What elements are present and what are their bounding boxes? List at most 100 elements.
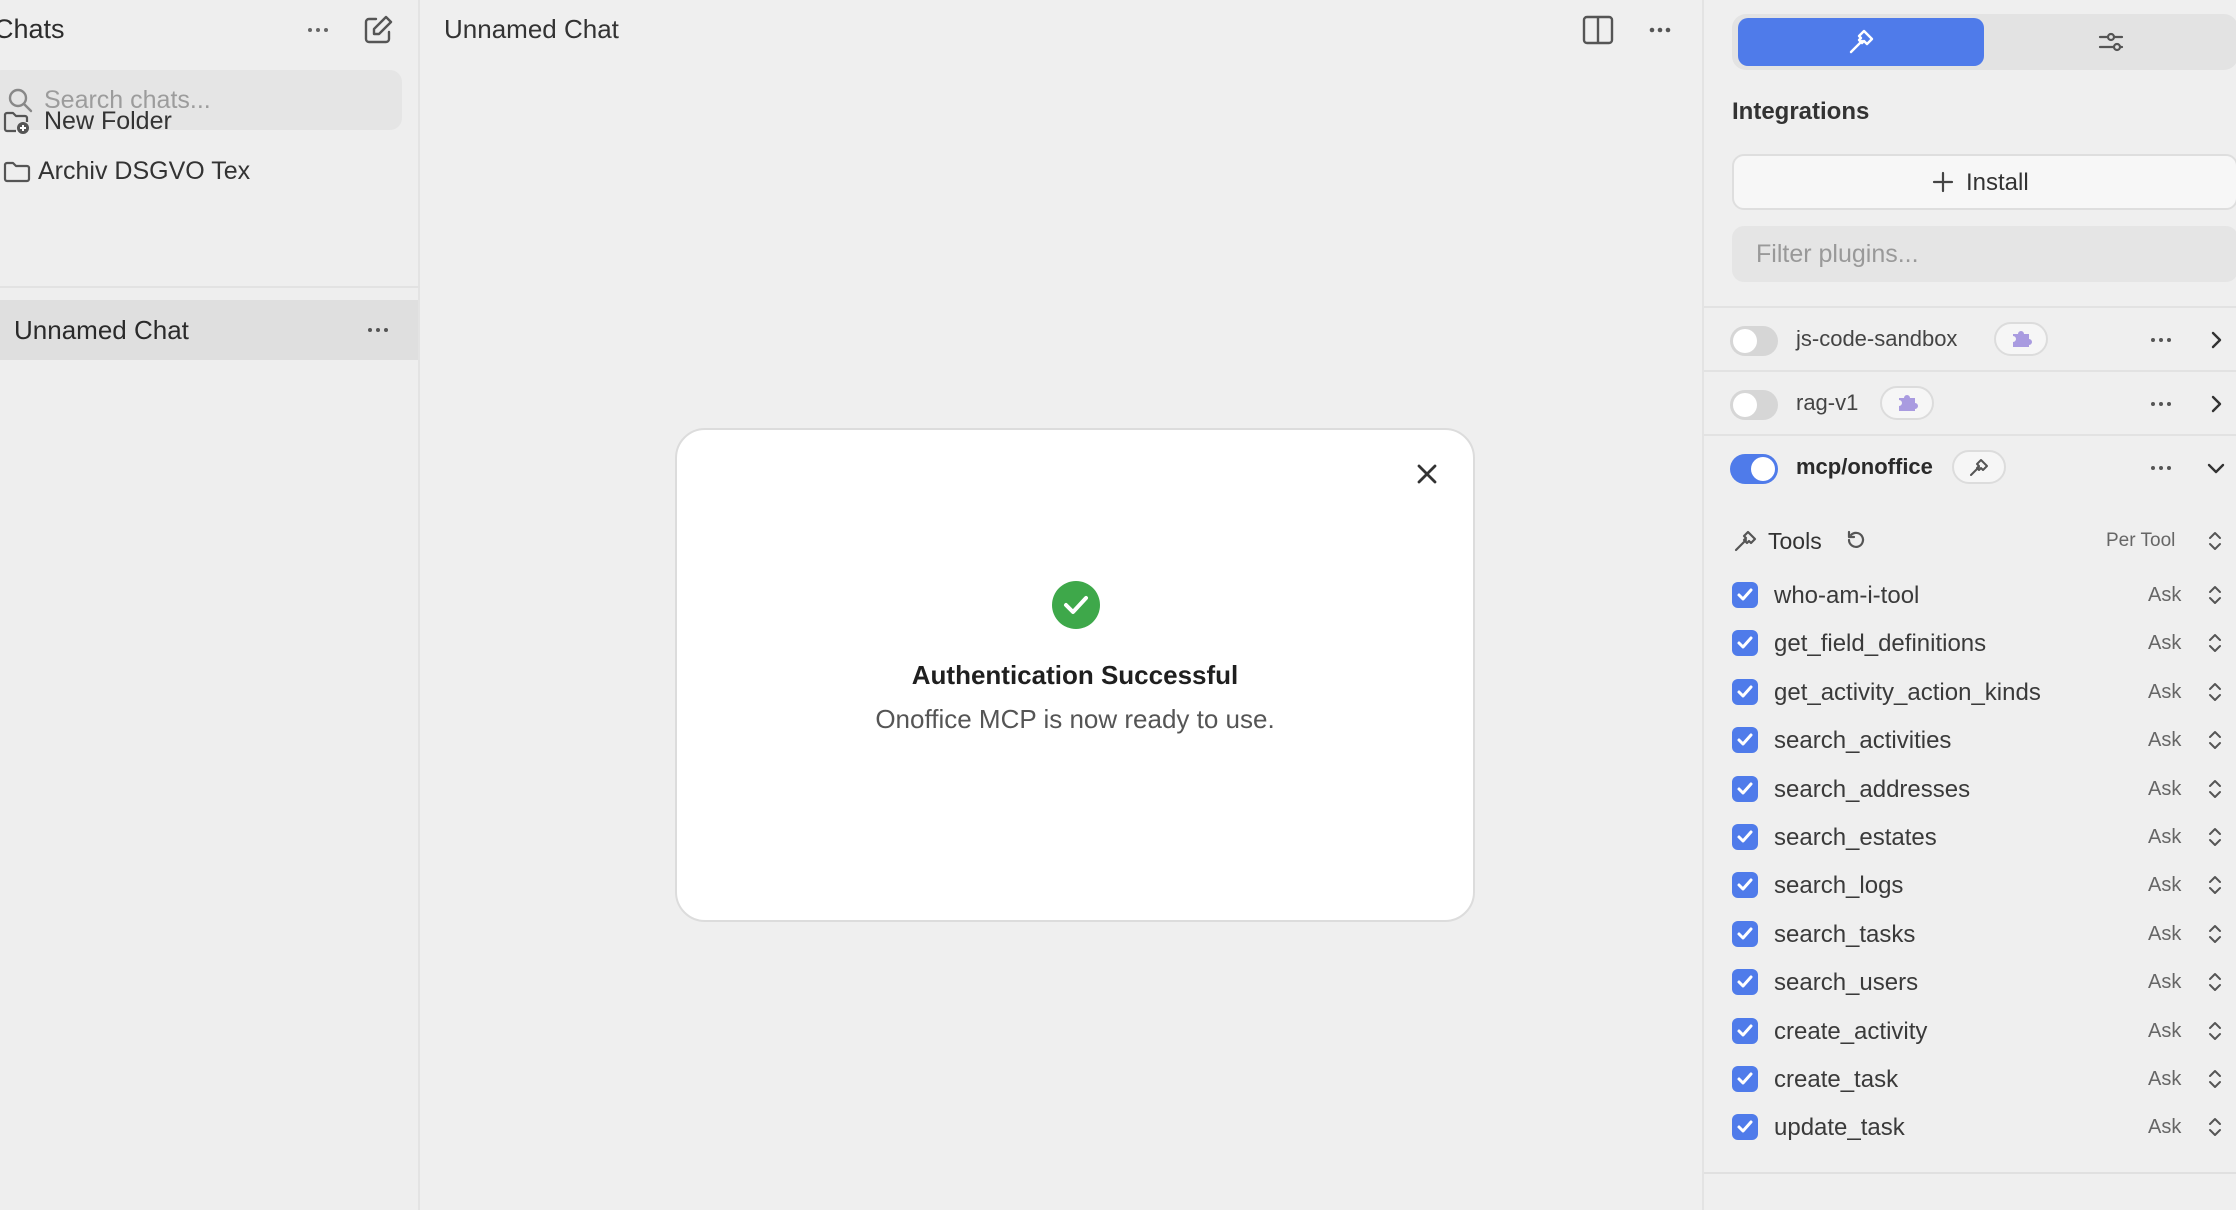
tool-row[interactable]: search_logs Ask	[1704, 860, 2236, 908]
chevron-up-down-icon[interactable]	[2204, 679, 2226, 705]
sidebar-title: Chats	[0, 14, 65, 44]
plugin-more-button[interactable]	[2144, 452, 2178, 484]
tool-permission-select[interactable]: Ask	[2148, 1116, 2181, 1139]
check-icon	[1737, 975, 1753, 988]
integrations-heading: Integrations	[1732, 98, 1870, 125]
chevron-up-down-icon[interactable]	[2204, 727, 2226, 753]
plugin-toggle[interactable]	[1730, 390, 1778, 420]
chat-main: Unnamed Chat Authentication Successful O…	[420, 0, 1702, 1210]
chevron-right-icon[interactable]	[2204, 328, 2228, 352]
chevron-up-down-icon[interactable]	[2204, 1018, 2226, 1044]
folder-item[interactable]: Archiv DSGVO Tex	[0, 142, 420, 202]
tool-checkbox[interactable]	[1732, 824, 1758, 850]
chevron-up-down-icon[interactable]	[2204, 528, 2226, 554]
tool-permission-select[interactable]: Ask	[2148, 584, 2181, 607]
plugin-toggle[interactable]	[1730, 326, 1778, 356]
tool-name: update_task	[1774, 1114, 1905, 1141]
chevron-down-icon[interactable]	[2204, 456, 2228, 480]
tool-row[interactable]: search_estates Ask	[1704, 812, 2236, 860]
tool-permission-select[interactable]: Ask	[2148, 923, 2181, 946]
chevron-up-down-icon[interactable]	[2204, 969, 2226, 995]
plugin-more-button[interactable]	[2144, 324, 2178, 356]
tool-permission-select[interactable]: Ask	[2148, 971, 2181, 994]
tool-name: search_estates	[1774, 824, 1937, 851]
tool-row[interactable]: search_tasks Ask	[1704, 909, 2236, 957]
tool-permission-select[interactable]: Ask	[2148, 729, 2181, 752]
plugin-row-rag-v1[interactable]: rag-v1	[1704, 370, 2236, 434]
chevron-up-down-icon[interactable]	[2204, 872, 2226, 898]
sidebar-more-button[interactable]	[300, 12, 336, 48]
tool-row[interactable]: search_activities Ask	[1704, 715, 2236, 763]
chevron-up-down-icon[interactable]	[2204, 824, 2226, 850]
tool-checkbox[interactable]	[1732, 679, 1758, 705]
tool-checkbox[interactable]	[1732, 776, 1758, 802]
install-label: Install	[1966, 169, 2029, 196]
puzzle-icon	[2013, 331, 2032, 347]
chevron-up-down-icon[interactable]	[2204, 1114, 2226, 1140]
tool-row[interactable]: search_addresses Ask	[1704, 764, 2236, 812]
check-icon	[1737, 782, 1753, 795]
tool-permission-select[interactable]: Ask	[2148, 681, 2181, 704]
plugin-name: mcp/onoffice	[1796, 454, 1933, 479]
chevron-up-down-icon[interactable]	[2204, 1066, 2226, 1092]
chat-item-more-button[interactable]	[360, 312, 396, 348]
close-dialog-button[interactable]	[1407, 454, 1447, 494]
plugin-row-mcp-onoffice[interactable]: mcp/onoffice	[1704, 434, 2236, 498]
plugin-more-button[interactable]	[2144, 388, 2178, 420]
chevron-up-down-icon[interactable]	[2204, 921, 2226, 947]
plugin-row-js-code-sandbox[interactable]: js-code-sandbox	[1704, 306, 2236, 370]
close-icon	[1417, 464, 1437, 484]
chevron-up-down-icon[interactable]	[2204, 776, 2226, 802]
filter-plugins[interactable]	[1732, 226, 2236, 282]
chevron-up-down-icon[interactable]	[2204, 630, 2226, 656]
tool-checkbox[interactable]	[1732, 921, 1758, 947]
tool-row[interactable]: create_activity Ask	[1704, 1006, 2236, 1054]
tool-row[interactable]: search_users Ask	[1704, 957, 2236, 1005]
tool-checkbox[interactable]	[1732, 727, 1758, 753]
more-horizontal-icon	[2151, 402, 2171, 406]
new-chat-button[interactable]	[360, 12, 396, 48]
integrations-panel: Integrations Install js-code-sandbox	[1702, 0, 2236, 1210]
tool-row[interactable]: who-am-i-tool Ask	[1704, 570, 2236, 618]
tool-checkbox[interactable]	[1732, 1066, 1758, 1092]
sliders-icon	[2098, 32, 2124, 52]
settings-mode-button[interactable]	[1988, 18, 2234, 66]
tool-row[interactable]: get_activity_action_kinds Ask	[1704, 667, 2236, 715]
tool-name: get_activity_action_kinds	[1774, 679, 2041, 706]
tool-checkbox[interactable]	[1732, 1018, 1758, 1044]
filter-plugins-input[interactable]	[1756, 234, 2216, 274]
tool-permission-select[interactable]: Ask	[2148, 778, 2181, 801]
tool-row[interactable]: update_task Ask	[1704, 1102, 2236, 1150]
tool-name: create_task	[1774, 1066, 1899, 1093]
tool-checkbox[interactable]	[1732, 582, 1758, 608]
tools-mode-select[interactable]: Per Tool	[2106, 530, 2175, 552]
install-plugin-button[interactable]: Install	[1732, 154, 2236, 210]
chat-more-button[interactable]	[1640, 10, 1680, 50]
tool-permission-select[interactable]: Ask	[2148, 874, 2181, 897]
tool-permission-select[interactable]: Ask	[2148, 1068, 2181, 1091]
tool-row[interactable]: get_field_definitions Ask	[1704, 618, 2236, 666]
tool-row[interactable]: create_task Ask	[1704, 1054, 2236, 1102]
tool-permission-select[interactable]: Ask	[2148, 1020, 2181, 1043]
chat-list-item[interactable]: Unnamed Chat	[0, 300, 418, 360]
tool-checkbox[interactable]	[1732, 630, 1758, 656]
dialog-message: Onoffice MCP is now ready to use.	[875, 704, 1275, 734]
tool-checkbox[interactable]	[1732, 1114, 1758, 1140]
tool-name: create_activity	[1774, 1018, 1928, 1045]
tool-permission-select[interactable]: Ask	[2148, 632, 2181, 655]
plugin-type-badge	[1952, 450, 2006, 484]
auth-success-dialog: Authentication Successful Onoffice MCP i…	[675, 428, 1475, 922]
chat-title: Unnamed Chat	[444, 14, 619, 44]
toggle-split-view-button[interactable]	[1578, 10, 1618, 50]
chevron-up-down-icon[interactable]	[2204, 582, 2226, 608]
tool-checkbox[interactable]	[1732, 872, 1758, 898]
tool-permission-select[interactable]: Ask	[2148, 826, 2181, 849]
plugin-type-badge	[1994, 322, 2048, 356]
check-icon	[1737, 733, 1753, 746]
refresh-icon[interactable]	[1844, 528, 1868, 552]
tool-checkbox[interactable]	[1732, 969, 1758, 995]
chevron-right-icon[interactable]	[2204, 392, 2228, 416]
tools-mode-button[interactable]	[1738, 18, 1984, 66]
plugin-toggle[interactable]	[1730, 454, 1778, 484]
tool-name: search_logs	[1774, 872, 1904, 899]
